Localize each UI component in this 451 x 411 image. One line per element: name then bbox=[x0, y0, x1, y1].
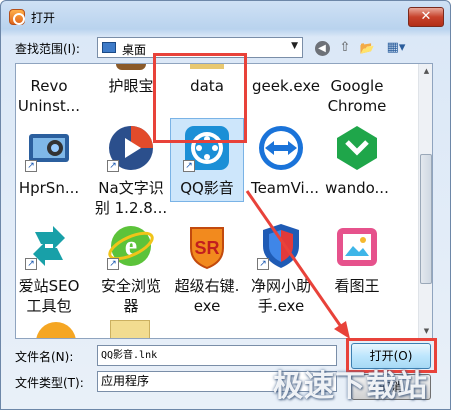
shortcut-arrow-icon: ↗ bbox=[25, 258, 37, 270]
app-icon bbox=[9, 9, 25, 25]
svg-text:SR: SR bbox=[194, 238, 219, 258]
file-item-teamviewer[interactable]: TeamVi... bbox=[242, 124, 320, 204]
filetype-label: 文件类型(T): bbox=[15, 376, 84, 390]
super-rightclick-icon: SR bbox=[190, 227, 224, 270]
file-label: Revo Uninst... bbox=[17, 77, 81, 115]
teamviewer-icon bbox=[259, 126, 303, 170]
watermark-text: 极速下载站 bbox=[273, 369, 428, 404]
highlight-box-qq-player bbox=[153, 53, 247, 143]
folder-icon bbox=[110, 320, 150, 338]
partial-item-icon bbox=[36, 322, 76, 338]
file-label: TeamVi... bbox=[250, 179, 320, 197]
file-item-wandoujia[interactable]: wando... bbox=[318, 124, 396, 204]
back-arrow-icon: ◀ bbox=[314, 41, 330, 56]
file-label: Na文字识 别 1.2.8... bbox=[94, 179, 168, 217]
file-label: 安全浏览 器 bbox=[100, 277, 161, 315]
shortcut-arrow-icon: ↗ bbox=[107, 160, 119, 172]
shortcut-arrow-icon: ↗ bbox=[183, 160, 195, 172]
vertical-scrollbar[interactable]: ▲ ▼ bbox=[418, 64, 432, 338]
file-item-hprsnap[interactable]: ↗ HprSn... bbox=[16, 124, 88, 204]
look-in-label: 查找范围(I): bbox=[15, 42, 80, 56]
file-label: wando... bbox=[325, 179, 389, 197]
new-folder-button[interactable]: 📂 bbox=[357, 38, 377, 58]
close-button[interactable]: ✕ bbox=[408, 7, 444, 27]
file-label: 超级右键. exe bbox=[174, 277, 240, 315]
desktop-icon bbox=[102, 42, 116, 53]
file-label: QQ影音 bbox=[180, 179, 234, 197]
file-item-picture-viewer[interactable]: 看图王 bbox=[318, 222, 396, 312]
shortcut-arrow-icon: ↗ bbox=[25, 160, 37, 172]
filetype-value: 应用程序 bbox=[101, 374, 150, 388]
file-item-net-helper[interactable]: ↗ 净网小助 手.exe bbox=[242, 222, 320, 315]
file-label: geek.exe bbox=[251, 77, 321, 95]
view-menu-button[interactable]: ▦▾ bbox=[381, 38, 411, 58]
dialog-title: 打开 bbox=[31, 11, 56, 25]
shortcut-arrow-icon: ↗ bbox=[107, 258, 119, 270]
wandoujia-icon bbox=[337, 126, 377, 170]
file-item-super-rightclick[interactable]: SR 超级右键. exe bbox=[168, 222, 246, 315]
scroll-down-icon[interactable]: ▼ bbox=[419, 324, 432, 338]
look-in-value: 桌面 bbox=[122, 43, 147, 57]
scroll-up-icon[interactable]: ▲ bbox=[419, 64, 432, 78]
file-item-safe-browser[interactable]: e ↗ 安全浏览 器 bbox=[92, 222, 170, 315]
eye-protect-icon bbox=[116, 64, 146, 70]
file-label: Google Chrome bbox=[327, 77, 387, 115]
file-label: 净网小助 手.exe bbox=[250, 277, 311, 315]
back-button[interactable]: ◀ bbox=[312, 38, 332, 58]
file-label: HprSn... bbox=[18, 179, 80, 197]
up-folder-button[interactable]: ⇧ bbox=[335, 38, 355, 58]
open-file-dialog: 打开 ✕ 查找范围(I): 桌面 ▼ ◀ ⇧ 📂 ▦▾ Revo Uninst.… bbox=[0, 0, 451, 410]
scroll-thumb[interactable] bbox=[420, 154, 432, 284]
file-label: 爱站SEO 工具包 bbox=[18, 277, 80, 315]
picture-viewer-icon bbox=[337, 228, 377, 266]
file-item-aizhan-seo[interactable]: ↗ 爱站SEO 工具包 bbox=[16, 222, 88, 315]
title-bar[interactable]: 打开 ✕ bbox=[1, 1, 450, 33]
file-label: 看图王 bbox=[334, 277, 380, 295]
filename-label: 文件名(N): bbox=[15, 350, 74, 364]
shortcut-arrow-icon: ↗ bbox=[257, 258, 269, 270]
chevron-down-icon[interactable]: ▼ bbox=[291, 41, 298, 51]
